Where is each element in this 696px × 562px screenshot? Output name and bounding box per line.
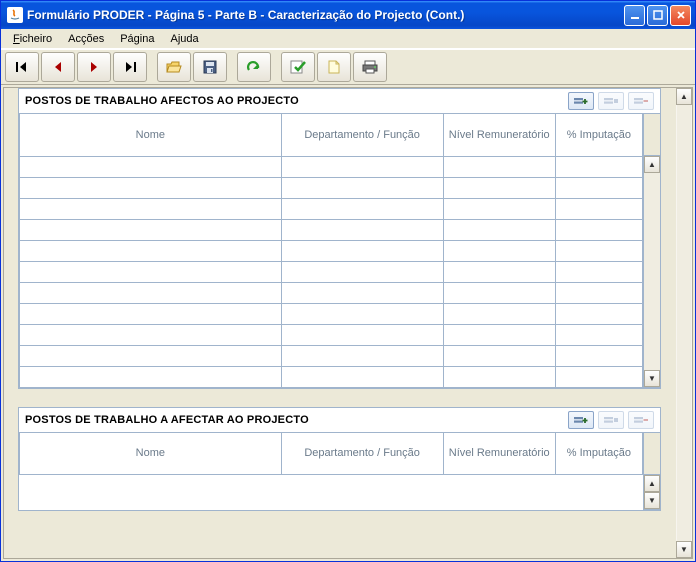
edit-row-button <box>598 411 624 429</box>
scroll-down-icon[interactable]: ▼ <box>644 492 660 509</box>
app-window: Formulário PRODER - Página 5 - Parte B -… <box>0 0 696 562</box>
close-button[interactable] <box>670 5 691 26</box>
menu-pagina[interactable]: Página <box>112 31 162 47</box>
scroll-up-icon[interactable]: ▲ <box>676 88 692 105</box>
panel-postos-afectos: POSTOS DE TRABALHO AFECTOS AO PROJECTO <box>18 88 661 389</box>
scroll-down-icon[interactable]: ▼ <box>676 541 692 558</box>
table-postos-a-afectar[interactable]: Nome Departamento / Função Nível Remuner… <box>19 433 643 510</box>
table-row[interactable] <box>20 282 643 303</box>
scroll-down-icon[interactable]: ▼ <box>644 370 660 387</box>
content-area: POSTOS DE TRABALHO AFECTOS AO PROJECTO <box>1 85 695 561</box>
col-nome[interactable]: Nome <box>20 433 282 475</box>
page-scrollbar[interactable]: ▲ ▼ <box>675 88 692 558</box>
menu-accoes[interactable]: Acções <box>60 31 112 47</box>
prev-page-button[interactable] <box>41 52 75 82</box>
col-nome[interactable]: Nome <box>20 114 282 156</box>
col-dep[interactable]: Departamento / Função <box>281 433 443 475</box>
table-row[interactable] <box>20 240 643 261</box>
table-body-2[interactable] <box>20 475 643 510</box>
new-button[interactable] <box>317 52 351 82</box>
last-page-button[interactable] <box>113 52 147 82</box>
table-row[interactable] <box>20 261 643 282</box>
table-row[interactable] <box>20 303 643 324</box>
next-page-button[interactable] <box>77 52 111 82</box>
add-row-button[interactable] <box>568 411 594 429</box>
table-row[interactable] <box>20 177 643 198</box>
print-button[interactable] <box>353 52 387 82</box>
open-button[interactable] <box>157 52 191 82</box>
panel-postos-a-afectar: POSTOS DE TRABALHO A AFECTAR AO PROJECTO <box>18 407 661 511</box>
scroll-up-icon[interactable]: ▲ <box>644 156 660 173</box>
window-buttons <box>624 5 691 26</box>
delete-row-button <box>628 92 654 110</box>
col-imp[interactable]: % Imputação <box>555 433 642 475</box>
table-postos-afectos[interactable]: Nome Departamento / Função Nível Remuner… <box>19 114 643 388</box>
col-nivel[interactable]: Nível Remuneratório <box>443 433 555 475</box>
java-icon <box>7 7 23 23</box>
redo-button[interactable] <box>237 52 271 82</box>
scroll-up-icon[interactable]: ▲ <box>644 475 660 492</box>
table-row[interactable] <box>20 156 643 177</box>
first-page-button[interactable] <box>5 52 39 82</box>
table-row[interactable] <box>20 198 643 219</box>
minimize-button[interactable] <box>624 5 645 26</box>
delete-row-button <box>628 411 654 429</box>
panel-title: POSTOS DE TRABALHO AFECTOS AO PROJECTO <box>25 95 568 107</box>
table-body-1[interactable] <box>20 156 643 387</box>
table-row[interactable] <box>20 324 643 345</box>
menu-ficheiro[interactable]: Ficheiro <box>5 31 60 47</box>
toolbar <box>1 49 695 85</box>
table-scrollbar[interactable]: ▲ ▼ <box>643 433 660 510</box>
titlebar: Formulário PRODER - Página 5 - Parte B -… <box>1 1 695 29</box>
menubar: Ficheiro Acções Página Ajuda <box>1 29 695 49</box>
table-row[interactable] <box>20 366 643 387</box>
col-imp[interactable]: % Imputação <box>555 114 642 156</box>
maximize-button[interactable] <box>647 5 668 26</box>
col-nivel[interactable]: Nível Remuneratório <box>443 114 555 156</box>
table-row[interactable] <box>20 345 643 366</box>
add-row-button[interactable] <box>568 92 594 110</box>
validate-button[interactable] <box>281 52 315 82</box>
save-button[interactable] <box>193 52 227 82</box>
table-scrollbar[interactable]: ▲ ▼ <box>643 114 660 388</box>
panel-title: POSTOS DE TRABALHO A AFECTAR AO PROJECTO <box>25 414 568 426</box>
edit-row-button <box>598 92 624 110</box>
menu-ajuda[interactable]: Ajuda <box>162 31 206 47</box>
table-row[interactable] <box>20 219 643 240</box>
col-dep[interactable]: Departamento / Função <box>281 114 443 156</box>
window-title: Formulário PRODER - Página 5 - Parte B -… <box>27 8 624 22</box>
